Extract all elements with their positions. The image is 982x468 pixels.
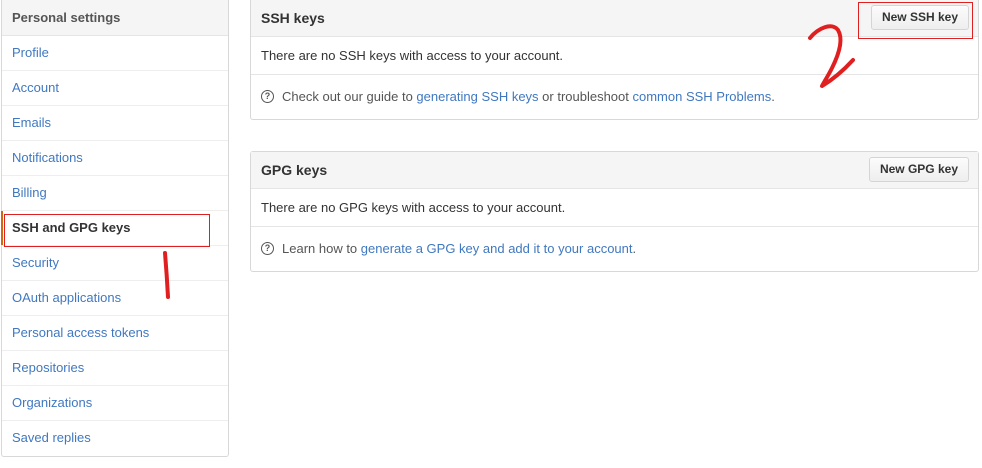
gpg-help-prefix: Learn how to [282, 241, 361, 256]
sidebar-item-notifications[interactable]: Notifications [2, 141, 228, 176]
gpg-keys-title: GPG keys [261, 162, 328, 178]
ssh-keys-empty-message: There are no SSH keys with access to you… [251, 37, 978, 75]
ssh-help-suffix: . [771, 89, 775, 104]
question-circle-icon: ? [261, 90, 274, 104]
gpg-keys-empty-message: There are no GPG keys with access to you… [251, 189, 978, 227]
sidebar-header: Personal settings [2, 0, 228, 36]
sidebar-item-organizations[interactable]: Organizations [2, 386, 228, 421]
ssh-help-prefix: Check out our guide to [282, 89, 417, 104]
ssh-help-middle: or troubleshoot [538, 89, 633, 104]
sidebar-item-profile[interactable]: Profile [2, 36, 228, 71]
sidebar-item-billing[interactable]: Billing [2, 176, 228, 211]
new-gpg-key-button[interactable]: New GPG key [868, 157, 969, 182]
sidebar-item-security[interactable]: Security [2, 246, 228, 281]
annotation-box-sidebar-item [4, 214, 210, 247]
settings-page: Personal settings Profile Account Emails… [0, 0, 982, 468]
sidebar-item-saved-replies[interactable]: Saved replies [2, 421, 228, 456]
ssh-keys-help: ? Check out our guide to generating SSH k… [251, 75, 978, 119]
question-circle-icon: ? [261, 242, 274, 256]
common-ssh-problems-link[interactable]: common SSH Problems [633, 89, 772, 104]
sidebar-item-account[interactable]: Account [2, 71, 228, 106]
gpg-help-suffix: . [632, 241, 637, 256]
gpg-keys-help: ? Learn how to generate a GPG key and add… [251, 227, 978, 271]
generate-gpg-key-link[interactable]: generate a GPG key and add it to your ac… [361, 241, 633, 256]
generating-ssh-keys-link[interactable]: generating SSH keys [416, 89, 538, 104]
ssh-keys-title: SSH keys [261, 10, 325, 26]
sidebar-item-oauth-applications[interactable]: OAuth applications [2, 281, 228, 316]
sidebar-item-personal-access-tokens[interactable]: Personal access tokens [2, 316, 228, 351]
sidebar-item-repositories[interactable]: Repositories [2, 351, 228, 386]
gpg-keys-panel: GPG keys New GPG key There are no GPG ke… [250, 151, 979, 272]
annotation-box-new-ssh-key [858, 2, 973, 39]
gpg-keys-header: GPG keys New GPG key [251, 152, 978, 189]
sidebar-item-emails[interactable]: Emails [2, 106, 228, 141]
